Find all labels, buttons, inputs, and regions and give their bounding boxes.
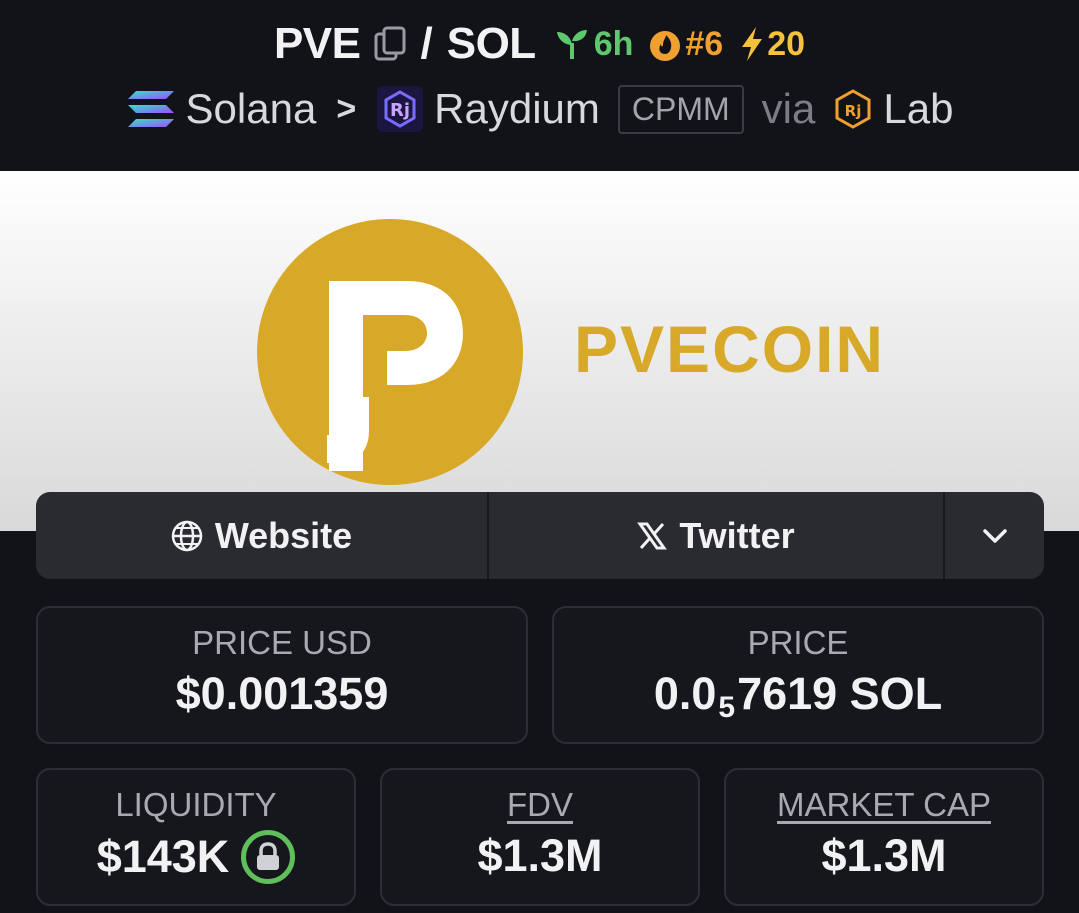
- x-icon: [637, 522, 668, 549]
- market-cap-value: $1.3M: [821, 830, 947, 881]
- price-usd-card: PRICE USD $0.001359: [36, 606, 528, 744]
- price-native-zero-count: 5: [718, 691, 736, 724]
- liquidity-card: LIQUIDITY $143K: [36, 768, 356, 906]
- fdv-value: $1.3M: [477, 830, 603, 881]
- twitter-button[interactable]: Twitter: [489, 492, 945, 579]
- social-links: Website Twitter: [36, 492, 1044, 579]
- quote-symbol: SOL: [446, 19, 536, 68]
- website-button[interactable]: Website: [36, 492, 489, 579]
- chain-link[interactable]: Solana: [186, 85, 317, 133]
- price-usd-label: PRICE USD: [192, 624, 372, 661]
- breadcrumb: Solana > Rj Raydium CPMM via Rj Lab: [0, 84, 1079, 134]
- solana-icon: [127, 91, 174, 127]
- dex-link[interactable]: Raydium: [434, 85, 600, 133]
- token-wordmark: PVECOIN: [574, 312, 886, 386]
- globe-icon: [171, 520, 203, 551]
- price-native-suffix: 7619 SOL: [737, 668, 943, 719]
- twitter-label: Twitter: [679, 514, 795, 556]
- seedling-icon: [556, 30, 587, 59]
- price-native-label: PRICE: [747, 624, 849, 661]
- chevron-right-icon: >: [336, 89, 357, 128]
- copy-icon[interactable]: [373, 26, 407, 62]
- lock-icon[interactable]: [241, 830, 296, 884]
- launchpad-link[interactable]: Lab: [883, 85, 953, 133]
- pair-separator: /: [420, 19, 433, 68]
- token-logo: [257, 219, 523, 485]
- website-label: Website: [214, 514, 353, 556]
- flame-icon: [650, 31, 681, 61]
- trending-rank: #6: [649, 25, 723, 64]
- market-cap-card: MARKET CAP $1.3M: [724, 768, 1044, 906]
- boost-count: 20: [739, 25, 805, 64]
- price-usd-value: $0.001359: [175, 668, 389, 719]
- more-links-button[interactable]: [945, 492, 1044, 579]
- price-native-prefix: 0.0: [653, 668, 717, 719]
- chevron-down-icon: [982, 528, 1007, 543]
- trending-rank-value: #6: [685, 24, 724, 63]
- launchlab-icon: Rj: [835, 89, 871, 129]
- boost-count-value: 20: [767, 24, 806, 63]
- fdv-card: FDV $1.3M: [380, 768, 700, 906]
- raydium-icon: Rj: [377, 86, 424, 132]
- pair-age: 6h: [554, 24, 634, 64]
- pair-header: PVE / SOL 6h #6 20 Solana > Rj Raydium C…: [0, 0, 1079, 171]
- pair-age-value: 6h: [593, 24, 634, 63]
- fdv-label[interactable]: FDV: [382, 786, 698, 824]
- token-banner: PVECOIN: [0, 171, 1079, 531]
- pool-type-badge: CPMM: [617, 84, 744, 134]
- svg-text:Rj: Rj: [845, 102, 862, 120]
- liquidity-label: LIQUIDITY: [115, 786, 277, 823]
- lightning-icon: [742, 27, 763, 61]
- price-native-card: PRICE 0.0 5 7619 SOL: [552, 606, 1044, 744]
- base-symbol: PVE: [273, 19, 361, 68]
- market-cap-label[interactable]: MARKET CAP: [726, 786, 1042, 824]
- pair-title: PVE / SOL 6h #6 20: [0, 18, 1079, 70]
- via-label: via: [761, 85, 816, 132]
- svg-text:Rj: Rj: [390, 100, 410, 121]
- liquidity-value: $143K: [96, 831, 230, 882]
